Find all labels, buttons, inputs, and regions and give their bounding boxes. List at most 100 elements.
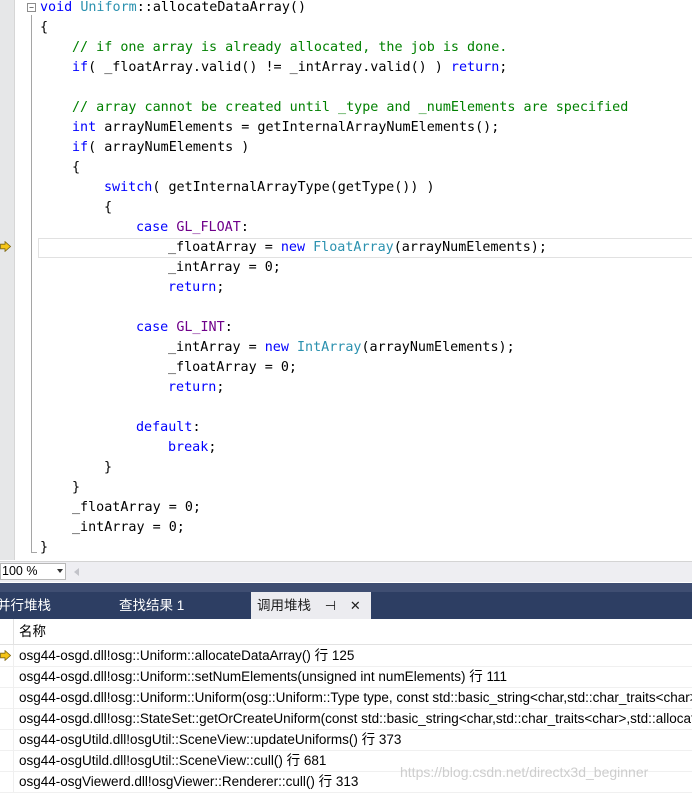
code-token: arrayNumElements = getInternalArrayNumEl…: [96, 120, 500, 135]
code-line[interactable]: if( arrayNumElements ): [72, 138, 249, 158]
code-token: return: [168, 380, 217, 395]
code-token: return: [450, 60, 500, 75]
close-icon[interactable]: ✕: [350, 593, 361, 620]
fold-guide-end: [31, 552, 37, 553]
breakpoint-gutter[interactable]: [0, 0, 15, 560]
code-token: _floatArray = 0;: [168, 360, 297, 375]
code-line[interactable]: switch( getInternalArrayType(getType()) …: [104, 178, 435, 198]
pin-icon[interactable]: ⊣: [325, 593, 336, 620]
code-line[interactable]: _intArray = new IntArray(arrayNumElement…: [168, 338, 515, 358]
code-token: FloatArray: [313, 240, 394, 255]
code-line[interactable]: int arrayNumElements = getInternalArrayN…: [72, 118, 499, 138]
code-token: break: [168, 440, 209, 455]
row-divider: [13, 708, 14, 729]
row-divider: [13, 666, 14, 687]
code-line[interactable]: break;: [168, 438, 216, 458]
call-stack-frame-label: osg44-osgd.dll!osg::StateSet::getOrCreat…: [19, 711, 692, 726]
code-line[interactable]: }: [40, 538, 48, 558]
code-token: ( _floatArray.valid() != _intArray.valid…: [88, 60, 451, 75]
code-token: case: [136, 320, 177, 335]
tab-parallel-stacks[interactable]: 并行堆栈: [0, 592, 51, 619]
code-line[interactable]: {: [104, 198, 112, 218]
tab-find-results[interactable]: 查找结果 1: [119, 592, 184, 619]
call-stack-row[interactable]: osg44-osgUtild.dll!osgUtil::SceneView::u…: [0, 729, 692, 751]
code-token: Uniform: [80, 0, 137, 15]
chevron-down-icon[interactable]: [57, 569, 63, 573]
code-line[interactable]: return;: [168, 278, 224, 298]
code-line[interactable]: _floatArray = 0;: [168, 358, 297, 378]
call-stack-frame-label: osg44-osgUtild.dll!osgUtil::SceneView::c…: [19, 753, 327, 768]
code-line[interactable]: // array cannot be created until _type a…: [72, 98, 628, 118]
code-line[interactable]: return;: [168, 378, 224, 398]
code-line[interactable]: _floatArray = 0;: [72, 498, 201, 518]
tab-call-stack[interactable]: 调用堆栈 ⊣ ✕: [251, 592, 371, 619]
code-line[interactable]: _floatArray = new FloatArray(arrayNumEle…: [168, 238, 547, 258]
watermark: https://blog.csdn.net/directx3d_beginner: [400, 764, 649, 780]
code-token: new: [264, 340, 297, 355]
code-token: }: [72, 480, 81, 495]
code-line[interactable]: // if one array is already allocated, th…: [72, 38, 507, 58]
call-stack-frame-label: osg44-osgd.dll!osg::Uniform::Uniform(osg…: [19, 690, 692, 705]
call-stack-row[interactable]: osg44-osgd.dll!osg::Uniform::setNumEleme…: [0, 666, 692, 688]
column-divider[interactable]: [13, 619, 14, 644]
code-token: _intArray = 0;: [168, 260, 281, 275]
call-stack-frame-label: osg44-osgd.dll!osg::Uniform::setNumEleme…: [19, 669, 507, 684]
code-line[interactable]: {: [72, 158, 80, 178]
code-line[interactable]: }: [104, 458, 112, 478]
code-token: ( getInternalArrayType(getType()) ): [152, 180, 435, 195]
code-line[interactable]: _intArray = 0;: [168, 258, 281, 278]
tab-call-stack-label: 调用堆栈: [257, 598, 311, 613]
code-token: ( arrayNumElements ): [88, 140, 250, 155]
code-token: :: [240, 220, 249, 235]
code-token: case: [136, 220, 177, 235]
scroll-left-icon[interactable]: [74, 568, 79, 576]
row-divider: [13, 771, 14, 792]
call-stack-row[interactable]: osg44-osgd.dll!osg::Uniform::allocateDat…: [0, 645, 692, 667]
code-token: // array cannot be created until _type a…: [72, 100, 629, 115]
call-stack-frame-label: osg44-osgUtild.dll!osgUtil::SceneView::u…: [19, 732, 402, 747]
code-line[interactable]: {: [40, 18, 48, 38]
column-header-name[interactable]: 名称: [0, 619, 692, 645]
code-token: {: [72, 160, 81, 175]
editor-status-bar: 100 %: [0, 561, 692, 582]
call-stack-frame-label: osg44-osgd.dll!osg::Uniform::allocateDat…: [19, 648, 355, 663]
code-line[interactable]: case GL_FLOAT:: [136, 218, 249, 238]
code-line[interactable]: case GL_INT:: [136, 318, 233, 338]
row-divider: [13, 687, 14, 708]
code-token: (arrayNumElements);: [393, 240, 547, 255]
code-line[interactable]: default:: [136, 418, 201, 438]
code-token: if: [72, 60, 89, 75]
code-line[interactable]: if( _floatArray.valid() != _intArray.val…: [72, 58, 507, 78]
code-token: return: [168, 280, 217, 295]
code-token: void: [40, 0, 81, 15]
code-token: _floatArray = 0;: [72, 500, 201, 515]
code-token: switch: [104, 180, 153, 195]
code-token: :: [224, 320, 233, 335]
current-frame-arrow-icon: [0, 650, 11, 661]
code-line[interactable]: _intArray = 0;: [72, 518, 185, 538]
code-editor[interactable]: − void Uniform::allocateDataArray(){// i…: [0, 0, 692, 560]
current-statement-arrow-icon: [0, 241, 11, 252]
code-token: int: [72, 120, 97, 135]
code-token: IntArray: [297, 340, 362, 355]
code-token: _intArray =: [168, 340, 265, 355]
collapse-toggle-icon[interactable]: −: [27, 3, 36, 12]
call-stack-row[interactable]: osg44-osgd.dll!osg::StateSet::getOrCreat…: [0, 708, 692, 730]
code-token: GL_INT: [176, 320, 225, 335]
code-token: ;: [208, 440, 217, 455]
code-token: {: [104, 200, 113, 215]
code-token: GL_FLOAT: [176, 220, 241, 235]
fold-guide: [31, 15, 32, 553]
code-token: ::allocateDataArray(): [136, 0, 307, 15]
row-divider: [13, 729, 14, 750]
code-token: }: [40, 540, 49, 555]
code-token: _intArray = 0;: [72, 520, 185, 535]
code-token: (arrayNumElements);: [361, 340, 515, 355]
code-line[interactable]: }: [72, 478, 80, 498]
code-token: }: [104, 460, 113, 475]
code-line[interactable]: void Uniform::allocateDataArray(): [40, 0, 306, 18]
code-token: if: [72, 140, 89, 155]
call-stack-row[interactable]: osg44-osgd.dll!osg::Uniform::Uniform(osg…: [0, 687, 692, 709]
row-divider: [13, 645, 14, 666]
column-header-label: 名称: [19, 624, 46, 639]
